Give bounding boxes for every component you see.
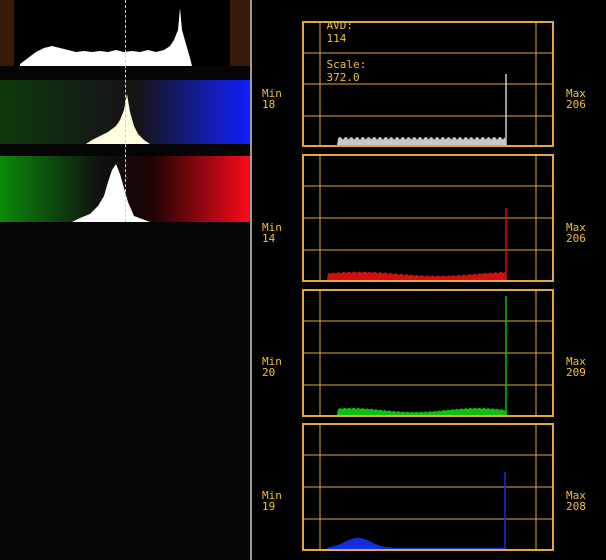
min-value: 19: [262, 500, 276, 513]
blue-histogram-chart: [302, 423, 554, 551]
green-min: Min 20: [262, 356, 282, 378]
luma-min: Min 18: [262, 88, 282, 110]
luma-max: Max 206: [566, 88, 586, 110]
min-value: 18: [262, 98, 276, 111]
red-histogram-chart: [302, 154, 554, 282]
max-value: 208: [566, 500, 586, 513]
center-marker-line: [125, 0, 126, 222]
red-histogram-frame: [302, 154, 554, 282]
histogram-area-luma: [320, 137, 536, 145]
histogram-area-red: [320, 271, 536, 280]
blue-histogram-frame: [302, 423, 554, 551]
histogram-area-blue: [320, 537, 536, 549]
histogram-pane: AVD: 114 Scale: 372.0 Min 18 Max 206 Min…: [252, 0, 606, 560]
histogram-area-green: [320, 407, 536, 415]
green-max: Max 209: [566, 356, 586, 378]
max-value: 206: [566, 98, 586, 111]
band-strip-left: [0, 0, 14, 66]
blue-min: Min 19: [262, 490, 282, 512]
green-histogram-chart: [302, 289, 554, 417]
red-min: Min 14: [262, 222, 282, 244]
max-value: 209: [566, 366, 586, 379]
green-histogram-frame: [302, 289, 554, 417]
luma-histogram-chart: [302, 21, 554, 147]
blue-max: Max 208: [566, 490, 586, 512]
luma-histogram-frame: [302, 21, 554, 147]
vectorscope-pane: [0, 0, 250, 560]
min-value: 14: [262, 232, 276, 245]
min-value: 20: [262, 366, 276, 379]
band-strip-right: [230, 0, 250, 66]
red-max: Max 206: [566, 222, 586, 244]
max-value: 206: [566, 232, 586, 245]
